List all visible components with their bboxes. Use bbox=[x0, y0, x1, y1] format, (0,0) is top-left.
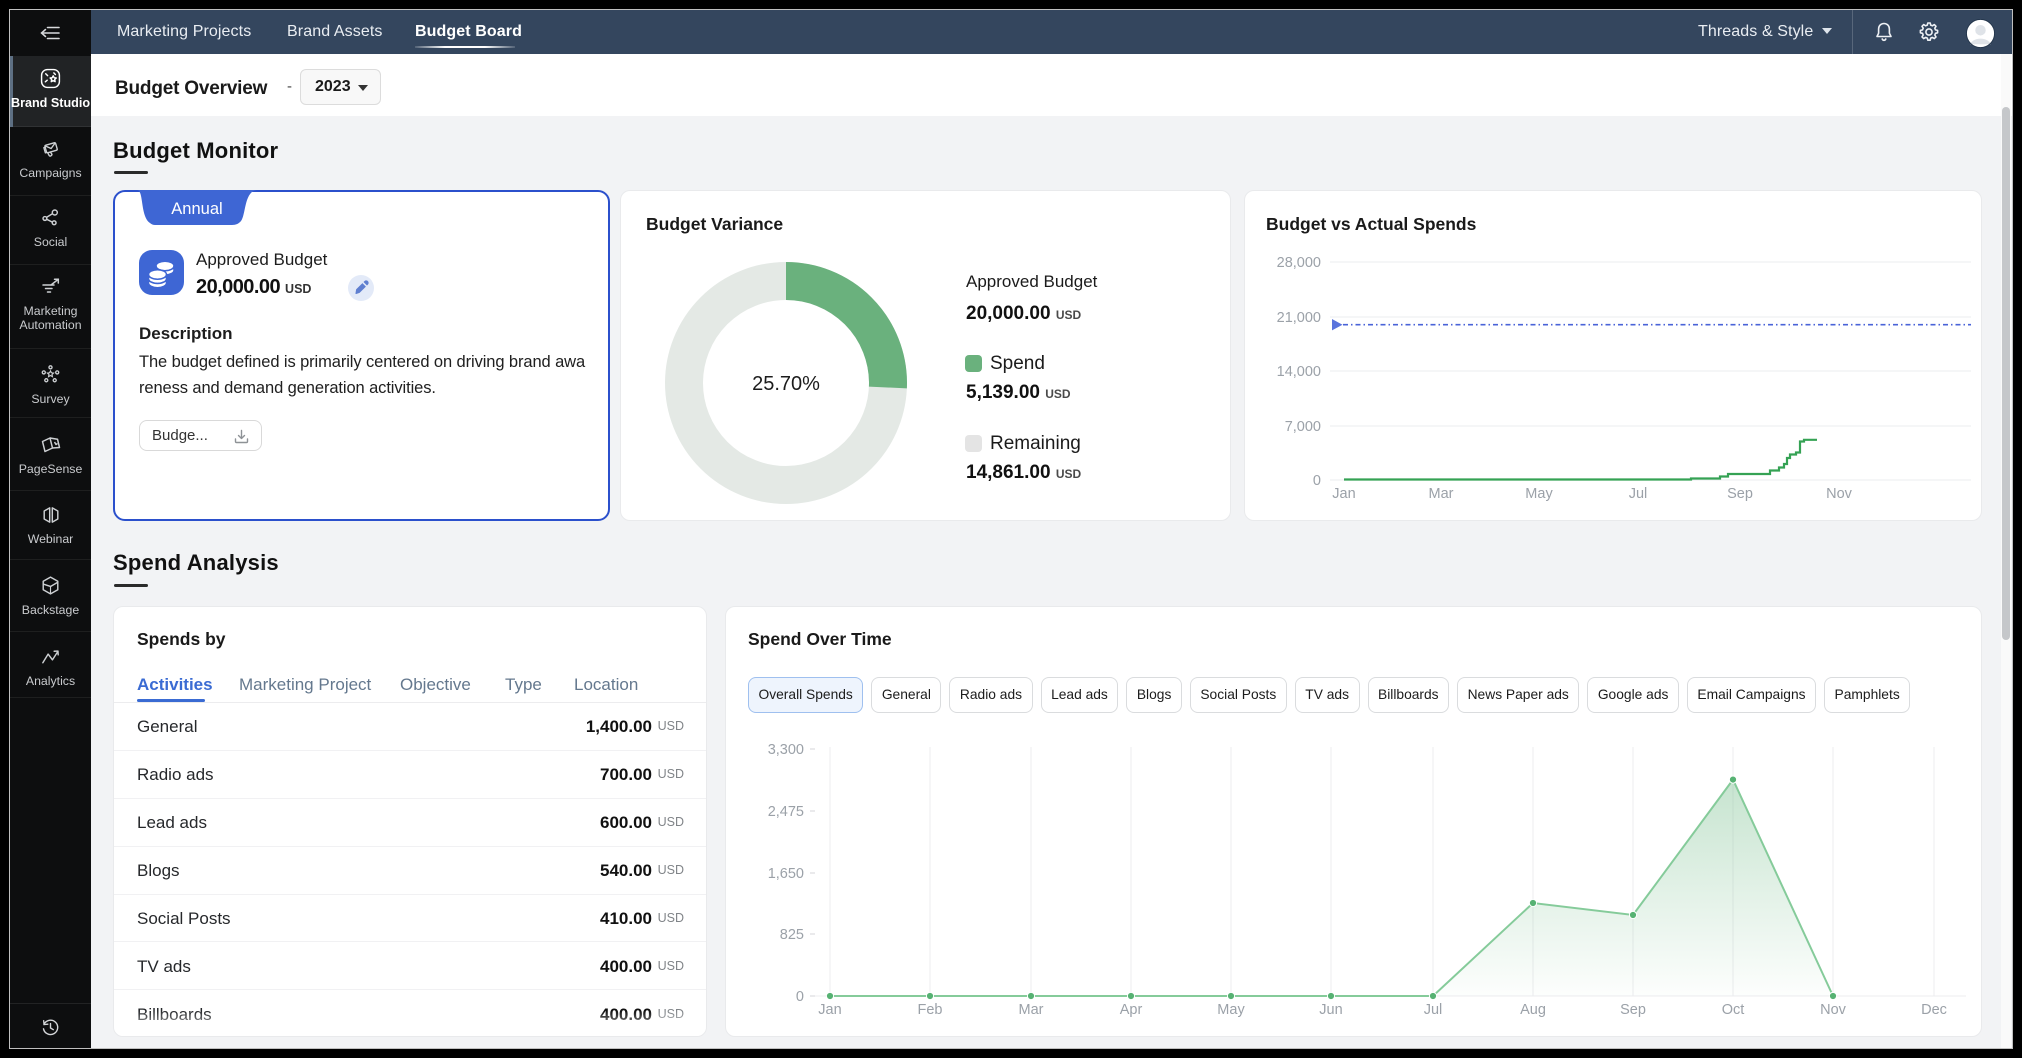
svg-text:Nov: Nov bbox=[1820, 1002, 1847, 1018]
svg-text:0: 0 bbox=[1313, 473, 1321, 489]
svg-text:May: May bbox=[1525, 486, 1553, 502]
svg-text:Oct: Oct bbox=[1722, 1002, 1745, 1018]
svg-text:May: May bbox=[1217, 1002, 1245, 1018]
svg-text:Aug: Aug bbox=[1520, 1002, 1546, 1018]
svg-text:3,300: 3,300 bbox=[768, 742, 804, 758]
svg-text:Sep: Sep bbox=[1620, 1002, 1646, 1018]
svg-text:28,000: 28,000 bbox=[1277, 255, 1321, 271]
svg-text:Dec: Dec bbox=[1921, 1002, 1947, 1018]
svg-text:Mar: Mar bbox=[1429, 486, 1454, 502]
svg-text:Nov: Nov bbox=[1826, 486, 1853, 502]
svg-text:25.70%: 25.70% bbox=[752, 373, 820, 395]
svg-text:Mar: Mar bbox=[1019, 1002, 1044, 1018]
svg-text:Feb: Feb bbox=[918, 1002, 943, 1018]
svg-text:825: 825 bbox=[780, 927, 804, 943]
svg-text:Jul: Jul bbox=[1424, 1002, 1443, 1018]
svg-text:Jan: Jan bbox=[818, 1002, 841, 1018]
svg-text:Sep: Sep bbox=[1727, 486, 1753, 502]
svg-text:1,650: 1,650 bbox=[768, 866, 804, 882]
svg-text:Jul: Jul bbox=[1629, 486, 1648, 502]
svg-text:0: 0 bbox=[796, 989, 804, 1005]
svg-text:Apr: Apr bbox=[1120, 1002, 1143, 1018]
svg-text:Annual: Annual bbox=[171, 200, 222, 218]
svg-text:2,475: 2,475 bbox=[768, 804, 804, 820]
svg-text:Jun: Jun bbox=[1319, 1002, 1342, 1018]
svg-text:21,000: 21,000 bbox=[1277, 310, 1321, 326]
svg-text:Jan: Jan bbox=[1332, 486, 1355, 502]
svg-text:14,000: 14,000 bbox=[1277, 364, 1321, 380]
svg-text:7,000: 7,000 bbox=[1285, 419, 1321, 435]
